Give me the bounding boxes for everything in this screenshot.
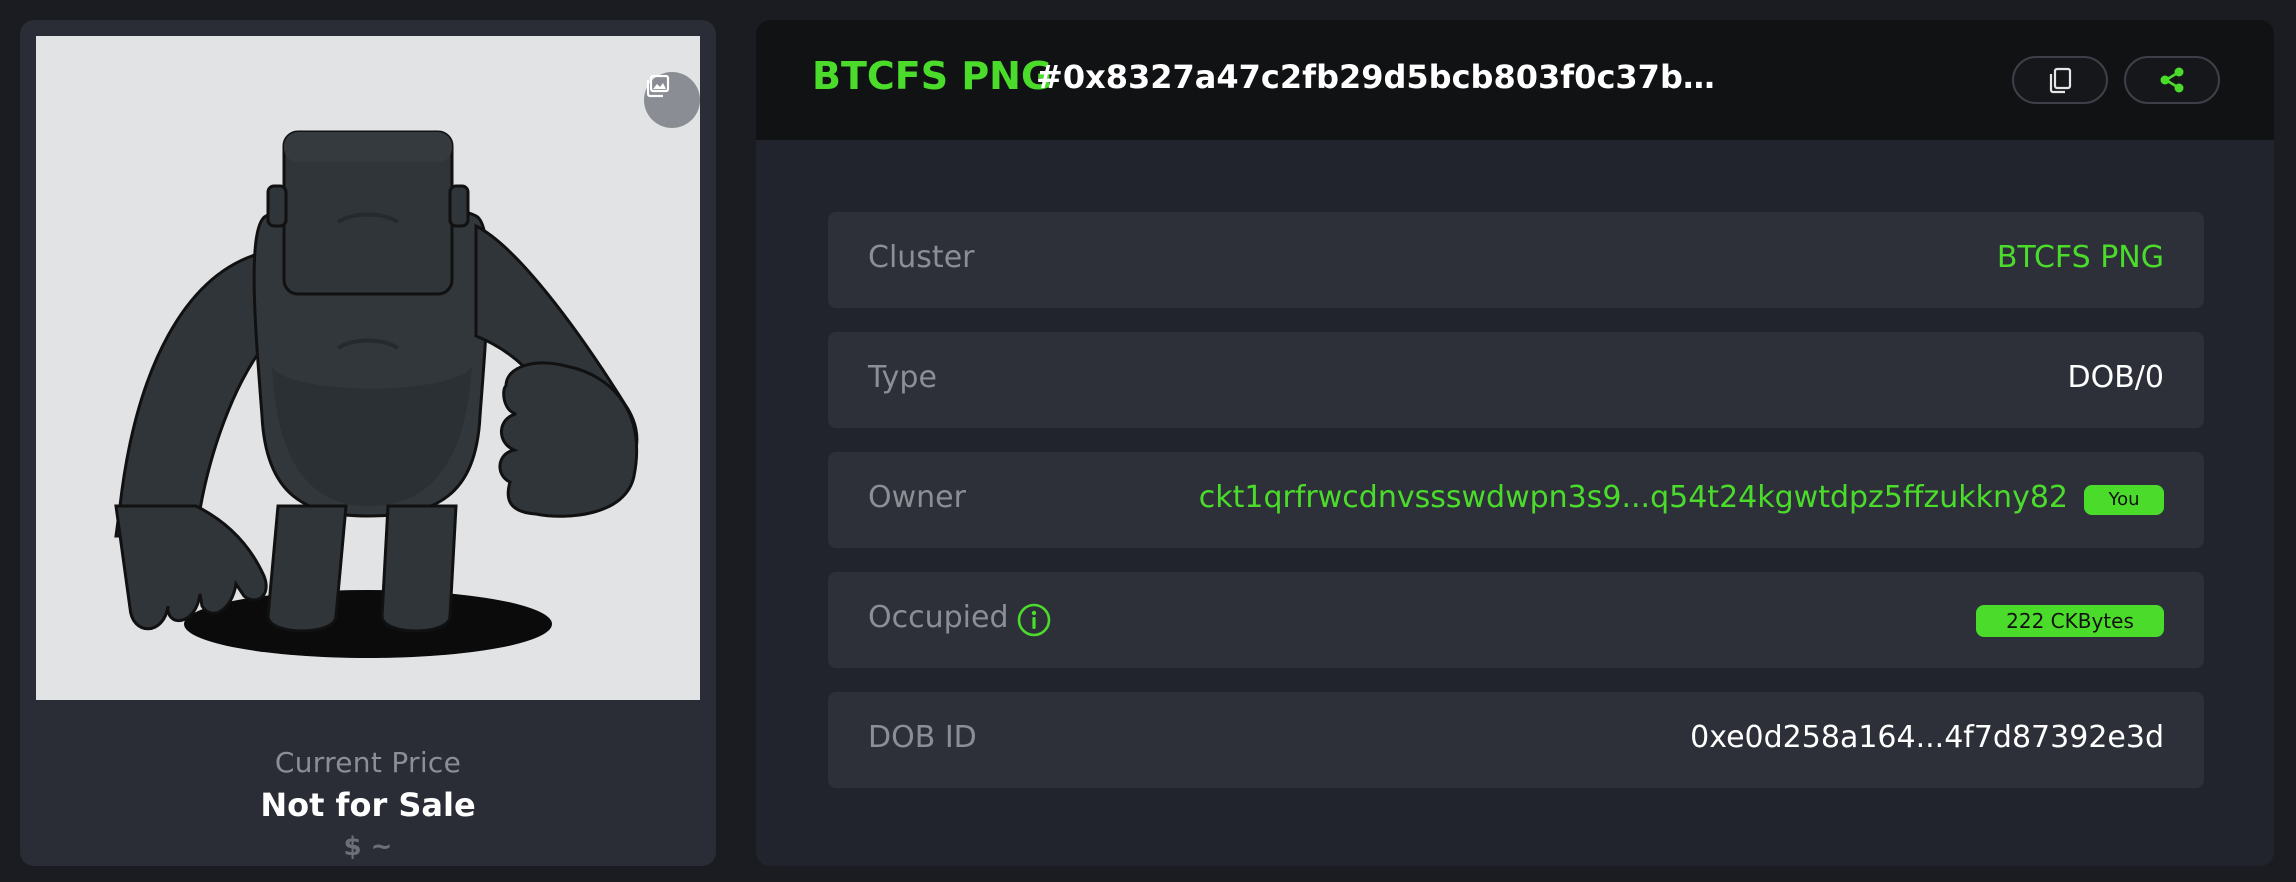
- cluster-title[interactable]: BTCFS PNG: [812, 54, 1052, 98]
- type-value: DOB/0: [2067, 360, 2165, 395]
- details-list: Cluster BTCFS PNG Type DOB/0 Owner ckt1q…: [828, 212, 2204, 812]
- copy-button[interactable]: [2012, 56, 2108, 104]
- token-id: #0x8327a47c2fb29d5bcb803f0c37b8787d69290…: [1036, 58, 1736, 96]
- nft-image[interactable]: [36, 36, 700, 700]
- price-label: Current Price: [274, 746, 462, 779]
- ape-ear-right: [448, 184, 470, 228]
- owner-address-link[interactable]: ckt1qrfrwcdnvssswdwpn3s9...q54t24kgwtdpz…: [1199, 480, 2068, 515]
- cluster-label: Cluster: [868, 240, 975, 275]
- you-badge: You: [2084, 485, 2164, 515]
- dob-id-value: 0xe0d258a164...4f7d87392e3d: [1690, 720, 2164, 755]
- ape-arm-left: [114, 252, 274, 538]
- row-occupied: Occupied 222 CKBytes: [828, 572, 2204, 668]
- occupied-label: Occupied: [868, 600, 1009, 635]
- occupied-badge: 222 CKBytes: [1976, 605, 2164, 637]
- price-usd: $ ~: [343, 832, 393, 862]
- details-card: BTCFS PNG #0x8327a47c2fb29d5bcb803f0c37b…: [756, 20, 2274, 866]
- row-cluster: Cluster BTCFS PNG: [828, 212, 2204, 308]
- share-icon: [2160, 67, 2184, 93]
- ape-illustration: [114, 130, 639, 658]
- shadow-shape: [184, 590, 552, 658]
- dob-id-label: DOB ID: [868, 720, 977, 755]
- ape-fist: [498, 361, 639, 518]
- ape-leg-right: [380, 504, 458, 633]
- cluster-link[interactable]: BTCFS PNG: [1997, 240, 2164, 275]
- row-owner: Owner ckt1qrfrwcdnvssswdwpn3s9...q54t24k…: [828, 452, 2204, 548]
- gallery-button[interactable]: [644, 72, 700, 128]
- details-header: BTCFS PNG #0x8327a47c2fb29d5bcb803f0c37b…: [756, 20, 2274, 140]
- row-dob-id: DOB ID 0xe0d258a164...4f7d87392e3d: [828, 692, 2204, 788]
- ape-ear-left: [266, 184, 288, 228]
- price-value: Not for Sale: [260, 786, 476, 824]
- info-icon[interactable]: [1016, 602, 1052, 638]
- nft-card: Current Price Not for Sale $ ~: [20, 20, 716, 866]
- ape-leg-left: [266, 504, 348, 633]
- price-section: Current Price Not for Sale $ ~: [20, 710, 716, 866]
- type-label: Type: [868, 360, 937, 395]
- copy-icon: [2049, 67, 2072, 94]
- gallery-icon: [646, 74, 670, 98]
- row-type: Type DOB/0: [828, 332, 2204, 428]
- owner-label: Owner: [868, 480, 966, 515]
- share-button[interactable]: [2124, 56, 2220, 104]
- ape-head-top: [284, 132, 452, 162]
